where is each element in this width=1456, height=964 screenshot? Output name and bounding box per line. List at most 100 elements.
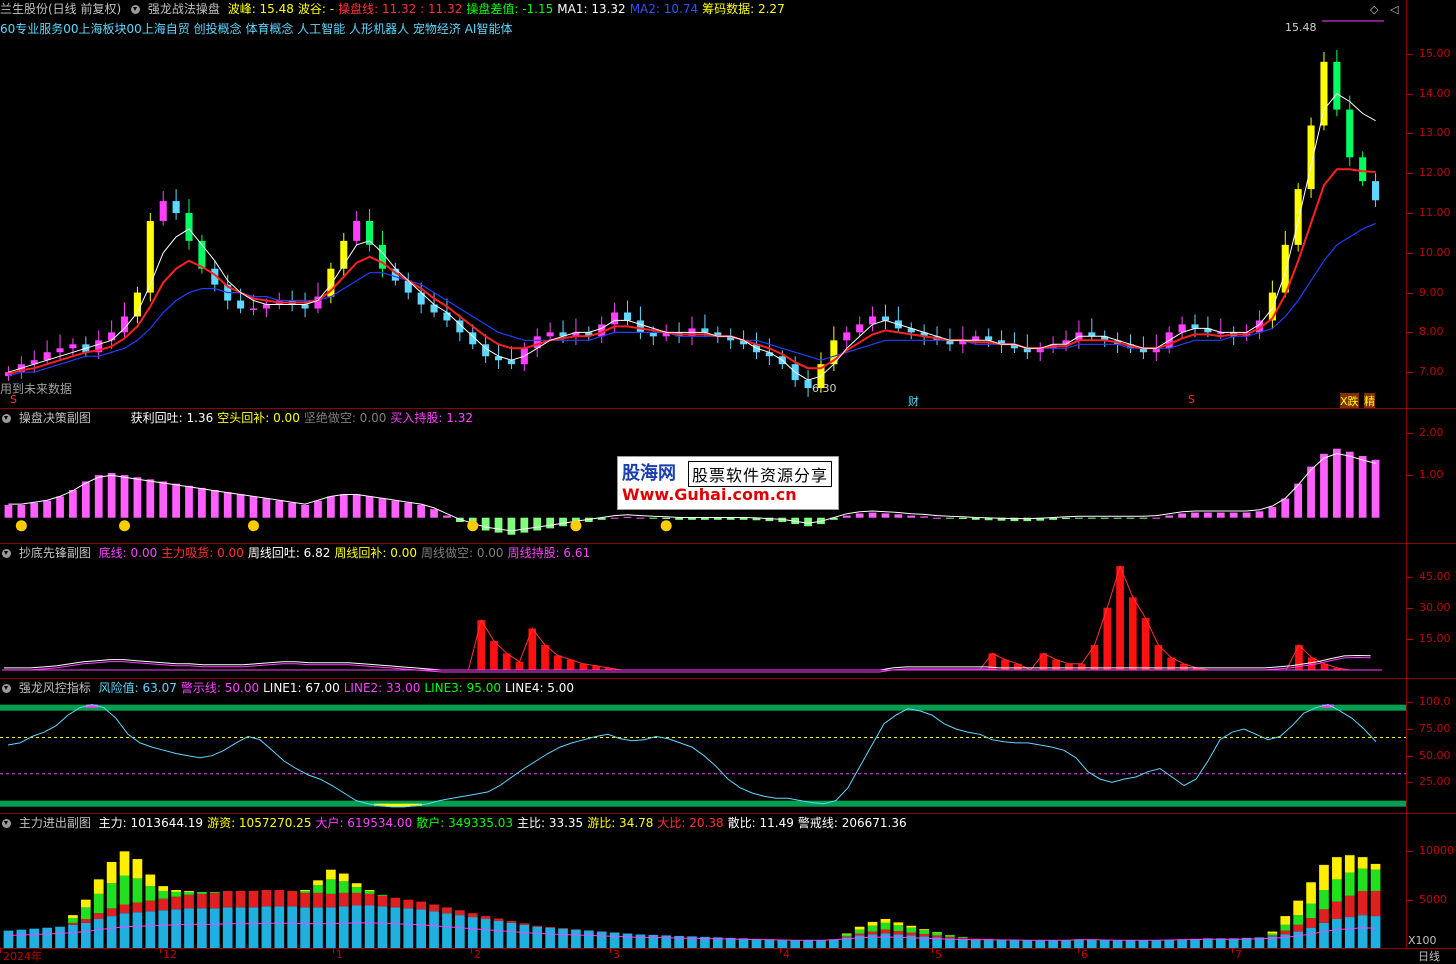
flow-bar-0 (1358, 915, 1368, 948)
sub1-bar (121, 475, 129, 518)
flow-bar-3 (1306, 882, 1316, 903)
flow-bar-0 (984, 939, 994, 948)
flow-bar-3 (1345, 855, 1355, 872)
watermark-url: Www.Guhai.com.cn (622, 485, 797, 504)
sub1-bar (1114, 518, 1122, 519)
flow-bar-0 (1293, 932, 1303, 948)
flow-bar-2 (145, 886, 155, 901)
main-price-panel[interactable]: 兰生股份(日线 前复权) 强龙战法操盘 波峰: 15.48波谷: -操盘线: 1… (0, 0, 1456, 408)
sub1-bar (95, 475, 103, 518)
sub3-chart (0, 679, 1406, 813)
flow-bar-3 (365, 890, 375, 891)
sub4-tick-1: 5000 (1419, 893, 1447, 906)
sub2-bar (1142, 618, 1150, 670)
sub3-tick-1: 75.00 (1419, 722, 1451, 735)
sub4-panel[interactable]: 主力进出副图 主力: 1013644.19游资: 1057270.25大户: 6… (0, 814, 1456, 948)
sub1-bar (637, 518, 645, 519)
risk-line (8, 705, 1376, 807)
sub1-bar (56, 496, 64, 517)
flow-bar-2 (1293, 915, 1303, 925)
flow-bar-0 (158, 910, 168, 948)
flow-bar-1 (1332, 902, 1342, 919)
flow-bar-1 (133, 903, 143, 913)
flow-bar-0 (507, 923, 517, 948)
main-tick-7: 8.00 (1419, 325, 1444, 338)
flow-bar-0 (378, 906, 388, 948)
flow-bar-1 (1345, 896, 1355, 917)
flow-bar-1 (313, 893, 323, 908)
candle-body (353, 221, 360, 241)
flow-bar-0 (597, 932, 607, 948)
flow-bar-3 (158, 886, 168, 891)
sub2-bar (1129, 597, 1137, 670)
flow-bar-2 (365, 891, 375, 894)
candle-body (972, 336, 979, 340)
flow-bar-0 (145, 911, 155, 948)
sub1-bar (1152, 518, 1160, 519)
flow-bar-1 (197, 894, 207, 909)
flow-bar-1 (326, 894, 336, 908)
flow-bar-1 (107, 908, 117, 916)
flow-bar-1 (339, 893, 349, 907)
flow-bar-2 (1306, 904, 1316, 919)
sub1-bar (198, 488, 206, 518)
flow-bar-0 (29, 929, 39, 948)
sub2-bar (1001, 660, 1009, 670)
flow-bar-0 (1035, 940, 1045, 948)
sub2-panel[interactable]: 抄底先锋副图 底线: 0.00主力吸货: 0.00周线回吐: 6.82周线回补:… (0, 544, 1456, 678)
sub1-bar (30, 503, 38, 518)
sub1-bar (353, 494, 361, 517)
sub2-bar (490, 641, 498, 670)
flow-bar-1 (881, 930, 891, 934)
sub1-bar (108, 473, 116, 518)
sub1-bar (1101, 518, 1109, 519)
sub1-bar (1346, 452, 1354, 518)
period-label[interactable]: 日线 (1418, 948, 1440, 964)
flow-bar-0 (1177, 939, 1187, 948)
sub1-bar (1217, 513, 1225, 518)
flow-bar-1 (1319, 909, 1329, 923)
smile-icon (467, 520, 478, 531)
flow-bar-1 (158, 899, 168, 911)
flow-bar-3 (1280, 916, 1290, 925)
flow-bar-2 (919, 930, 929, 934)
candle-body (805, 380, 812, 388)
flow-bar-0 (300, 907, 310, 948)
main-tick-4: 11.00 (1419, 206, 1451, 219)
main-tick-8: 7.00 (1419, 365, 1444, 378)
flow-bar-0 (494, 921, 504, 948)
candle-body (160, 201, 167, 221)
flow-bar-0 (997, 940, 1007, 948)
flow-bar-2 (81, 907, 91, 919)
flow-bar-0 (1164, 940, 1174, 948)
flow-bar-1 (365, 894, 375, 906)
x-tick-label-7: 6 (1081, 948, 1088, 961)
sub1-bar (701, 518, 709, 520)
sub1-bar (1140, 518, 1148, 519)
sub1-bar (508, 518, 516, 535)
sub2-chart (0, 544, 1406, 678)
flow-bar-2 (313, 885, 323, 893)
flow-bar-0 (468, 917, 478, 948)
flow-bar-3 (94, 879, 104, 894)
flow-bar-0 (1113, 940, 1123, 948)
sub1-bar (907, 516, 915, 518)
flow-bar-3 (881, 919, 891, 923)
candle-body (1088, 332, 1095, 336)
flow-bar-2 (855, 930, 865, 934)
flow-bar-2 (94, 894, 104, 913)
flow-bar-3 (68, 915, 78, 918)
sub1-tick-0: 2.00 (1419, 426, 1444, 439)
flow-bar-0 (1319, 923, 1329, 948)
main-tick-5: 10.00 (1419, 246, 1451, 259)
sub2-bar (1155, 645, 1163, 670)
ma2-line (8, 223, 1375, 376)
candle-body (701, 328, 708, 332)
volume-unit: X100 (1408, 934, 1437, 947)
flow-bar-0 (42, 928, 52, 948)
sub3-panel[interactable]: 强龙风控指标 风险值: 63.07警示线: 50.00LINE1: 67.00L… (0, 679, 1456, 813)
flow-bar-0 (236, 907, 246, 948)
sub1-bar (69, 490, 77, 518)
sub1-bar (391, 501, 399, 518)
flow-bar-0 (816, 940, 826, 948)
